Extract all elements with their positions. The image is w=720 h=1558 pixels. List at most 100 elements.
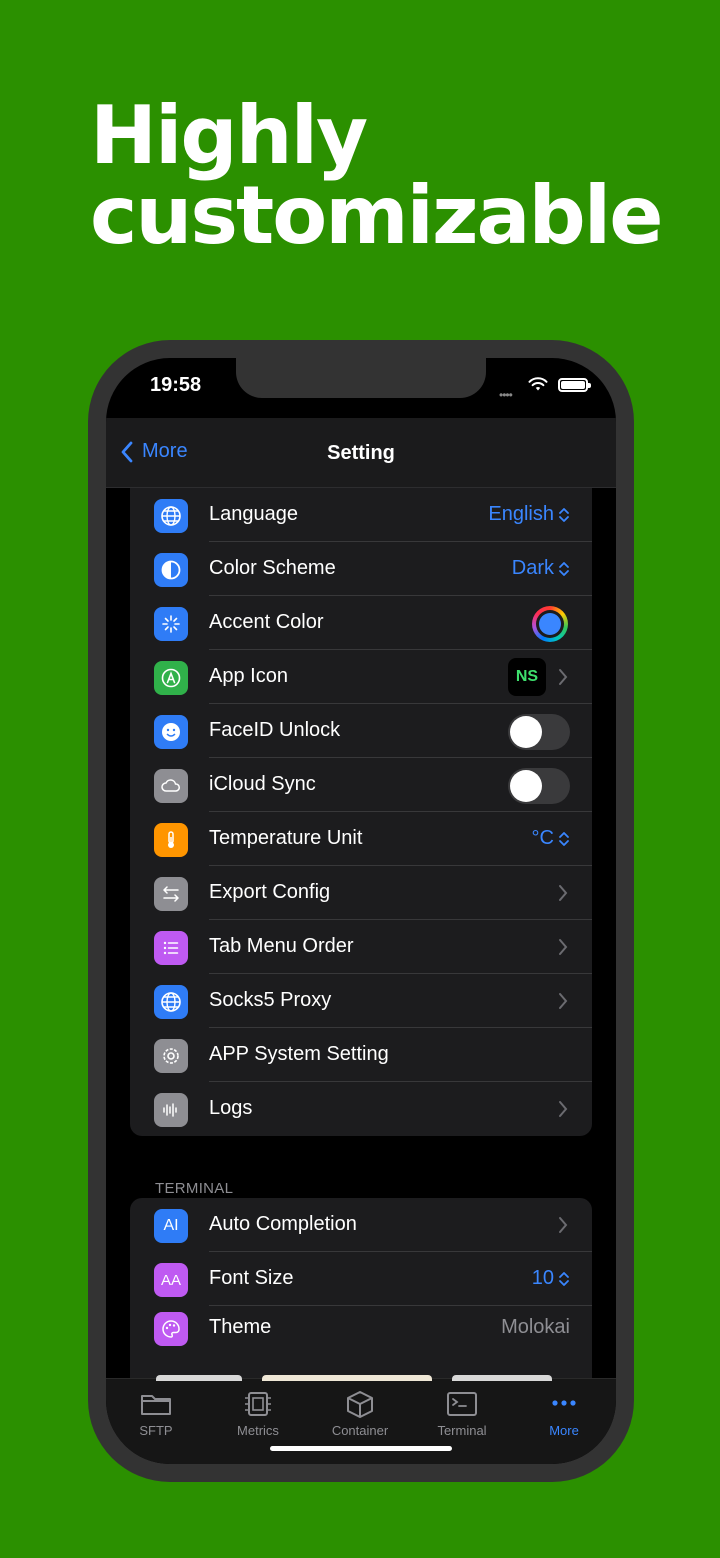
tab-terminal[interactable]: Terminal [412, 1389, 512, 1438]
tab-sftp[interactable]: SFTP [106, 1389, 206, 1438]
notch [236, 358, 486, 398]
tab-menu-order-row[interactable]: Tab Menu Order [130, 920, 592, 974]
gear-icon [154, 1039, 188, 1073]
font-size-selected: 10 [531, 1267, 554, 1289]
language-label: Language [209, 503, 298, 525]
chevron-up-down-icon [559, 507, 569, 522]
more-icon [552, 1400, 576, 1406]
temperature-value[interactable]: °C [532, 827, 570, 850]
language-value[interactable]: English [488, 503, 570, 526]
chevron-right-icon [559, 669, 568, 685]
font-size-value[interactable]: 10 [532, 1267, 570, 1290]
battery-icon [558, 378, 591, 392]
phone-screen: 19:58 •••• More Setting Language English [106, 358, 616, 1464]
auto-completion-row[interactable]: AI Auto Completion [130, 1198, 592, 1252]
palette-icon [154, 1312, 188, 1346]
terminal-icon [447, 1392, 477, 1416]
theme-row[interactable]: Theme Molokai [130, 1306, 592, 1352]
headline-line-1: Highly [90, 89, 368, 182]
system-setting-row[interactable]: APP System Setting [130, 1028, 592, 1082]
icloud-row: iCloud Sync [130, 758, 592, 812]
theme-preview-peek [262, 1375, 432, 1381]
chip-icon [245, 1392, 271, 1416]
font-size-row[interactable]: AA Font Size 10 [130, 1252, 592, 1306]
globe-icon [154, 985, 188, 1019]
tab-label: Container [331, 1423, 389, 1438]
color-scheme-value[interactable]: Dark [512, 557, 570, 580]
chevron-right-icon [559, 885, 568, 901]
app-icon-row[interactable]: App Icon NS [130, 650, 592, 704]
theme-value[interactable]: Molokai [501, 1316, 570, 1339]
export-config-row[interactable]: Export Config [130, 866, 592, 920]
app-icon-label: App Icon [209, 665, 288, 687]
auto-completion-label: Auto Completion [209, 1213, 357, 1235]
headline: Highly customizable [90, 89, 663, 262]
tab-bar: SFTP Metrics Container Terminal More [106, 1375, 616, 1464]
logs-row[interactable]: Logs [130, 1082, 592, 1136]
thermometer-icon [154, 823, 188, 857]
section-header-terminal: TERMINAL [155, 1180, 234, 1197]
tab-label: SFTP [139, 1423, 173, 1438]
language-row[interactable]: Language English [130, 488, 592, 542]
globe-icon [154, 499, 188, 533]
system-setting-label: APP System Setting [209, 1043, 389, 1065]
cloud-icon [154, 769, 188, 803]
box-icon [347, 1391, 373, 1418]
app-icon-preview: NS [508, 658, 546, 696]
theme-label: Theme [209, 1316, 272, 1338]
nav-bar: More Setting [106, 418, 616, 488]
tab-label: Terminal [437, 1423, 487, 1438]
general-settings-group: Language English Color Scheme Dark Accen… [130, 488, 592, 1136]
faceid-row: FaceID Unlock [130, 704, 592, 758]
temperature-label: Temperature Unit [209, 827, 363, 849]
font-size-label: Font Size [209, 1267, 294, 1289]
headline-line-2: customizable [90, 169, 663, 262]
text-cursor-icon: AI [154, 1209, 188, 1243]
export-config-label: Export Config [209, 881, 331, 903]
waveform-icon [154, 1093, 188, 1127]
accent-color-row[interactable]: Accent Color [130, 596, 592, 650]
chevron-right-icon [559, 1217, 568, 1233]
socks5-row[interactable]: Socks5 Proxy [130, 974, 592, 1028]
page-title: Setting [327, 442, 395, 464]
face-icon [154, 715, 188, 749]
settings-content[interactable]: Language English Color Scheme Dark Accen… [106, 488, 616, 1378]
sparkle-icon [154, 607, 188, 641]
accent-swatch [539, 613, 561, 635]
accent-color-label: Accent Color [209, 611, 324, 633]
color-picker[interactable] [532, 606, 568, 642]
faceid-toggle[interactable] [508, 714, 570, 750]
chevron-right-icon [559, 1101, 568, 1117]
tab-container[interactable]: Container [310, 1389, 410, 1438]
wifi-icon [528, 377, 548, 391]
folder-icon [141, 1395, 171, 1415]
tab-label: More [549, 1423, 579, 1438]
chevron-right-icon [559, 939, 568, 955]
half-circle-icon [154, 553, 188, 587]
icloud-toggle[interactable] [508, 768, 570, 804]
font-size-icon: AA [154, 1263, 188, 1297]
logs-label: Logs [209, 1097, 253, 1119]
list-icon [154, 931, 188, 965]
tab-menu-order-label: Tab Menu Order [209, 935, 354, 957]
home-indicator [270, 1446, 452, 1451]
chevron-right-icon [559, 993, 568, 1009]
terminal-settings-group: AI Auto Completion AA Font Size 10 Theme… [130, 1198, 592, 1378]
socks5-label: Socks5 Proxy [209, 989, 332, 1011]
icloud-label: iCloud Sync [209, 773, 316, 795]
temperature-row[interactable]: Temperature Unit °C [130, 812, 592, 866]
tab-more[interactable]: More [514, 1389, 614, 1438]
chevron-up-down-icon [559, 561, 569, 576]
phone-frame: 19:58 •••• More Setting Language English [88, 340, 634, 1482]
theme-preview-peek [452, 1375, 552, 1381]
signal-icon: •••• [499, 388, 513, 402]
chevron-up-down-icon [559, 1271, 569, 1286]
faceid-label: FaceID Unlock [209, 719, 341, 741]
app-store-icon [154, 661, 188, 695]
color-scheme-row[interactable]: Color Scheme Dark [130, 542, 592, 596]
tab-metrics[interactable]: Metrics [208, 1389, 308, 1438]
color-scheme-label: Color Scheme [209, 557, 336, 579]
arrows-icon [154, 877, 188, 911]
color-scheme-selected: Dark [511, 557, 554, 579]
status-time: 19:58 [150, 374, 202, 396]
